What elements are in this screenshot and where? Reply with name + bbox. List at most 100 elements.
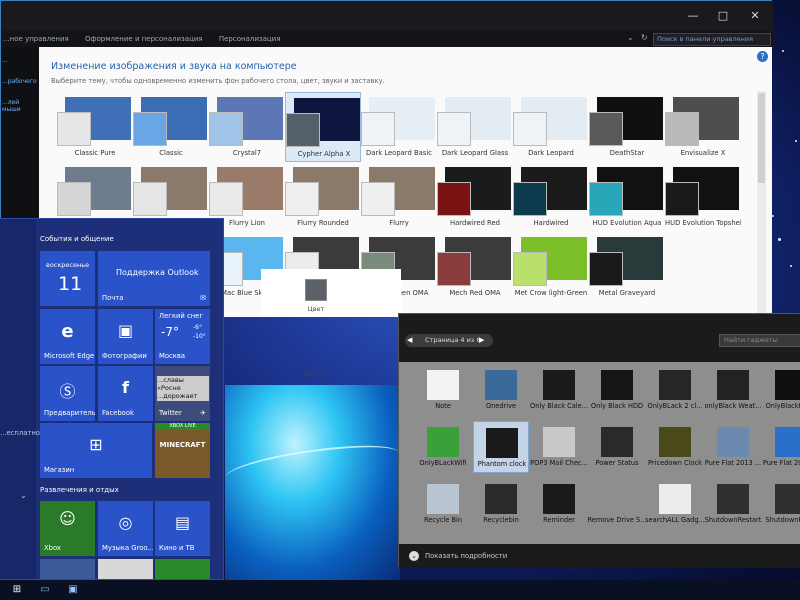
theme-item[interactable]: HUD Evolution Aqua: [589, 162, 665, 232]
gadget-item[interactable]: Power Status: [589, 421, 645, 473]
edge-tile[interactable]: e Microsoft Edge: [40, 309, 95, 364]
gadget-item[interactable]: Recycle Bin: [415, 478, 471, 530]
twitter-tile[interactable]: ...славы «Росне ...дорожает Twitter ✈: [155, 366, 210, 421]
photos-tile[interactable]: ▣ Фотографии: [98, 309, 153, 364]
theme-item[interactable]: Envisualize X: [665, 92, 741, 162]
gadget-item[interactable]: Pricedown Clock: [647, 421, 703, 473]
rail-text[interactable]: ...есплатно: [0, 429, 40, 437]
next-page-icon[interactable]: ▶: [479, 336, 484, 344]
theme-item[interactable]: Met Crow light-Green: [513, 232, 589, 302]
theme-label: Cypher Alpha X: [297, 150, 351, 158]
gadget-thumbnail: [485, 370, 517, 400]
theme-item[interactable]: Crystal7: [209, 92, 285, 162]
gadget-label: Only Black HDD: [590, 402, 644, 410]
app-tile[interactable]: [155, 559, 210, 579]
gadget-item[interactable]: Onedrive: [473, 364, 529, 416]
gadget-item[interactable]: ShutdownRes...: [763, 478, 800, 530]
chevron-down-icon[interactable]: ⌄: [409, 551, 419, 561]
theme-item[interactable]: Classic: [133, 92, 209, 162]
calendar-tile[interactable]: воскресенье 11: [40, 251, 95, 306]
gadget-item[interactable]: Phantom clock: [473, 421, 529, 473]
groove-tile[interactable]: ◎ Музыка Groo...: [98, 501, 153, 556]
maximize-button[interactable]: □: [714, 9, 732, 23]
xbox-label: Xbox: [44, 544, 61, 552]
app-tile[interactable]: [40, 559, 95, 579]
theme-item[interactable]: Dark Leopard: [513, 92, 589, 162]
gadget-label: OnlyBLackWifi: [419, 459, 467, 467]
start-button-icon[interactable]: ⊞: [6, 582, 28, 598]
calendar-number: 11: [58, 273, 83, 295]
chevron-down-icon[interactable]: ⌄: [20, 491, 27, 500]
gadget-thumbnail: [659, 427, 691, 457]
gadgets-window: Страница 4 из 6 ◀ ▶ Найти гаджеты Note On…: [398, 313, 800, 568]
theme-item[interactable]: Cypher Alpha X: [285, 92, 361, 162]
scrollbar-thumb[interactable]: [758, 93, 765, 183]
gadget-item[interactable]: ShutdownRestart: [705, 478, 761, 530]
prev-page-icon[interactable]: ◀: [407, 336, 412, 344]
gadget-label: Remove Drive S...: [587, 516, 647, 524]
gadget-item[interactable]: Only Black HDD: [589, 364, 645, 416]
gadget-item[interactable]: OnlyBLackWifi: [415, 421, 471, 473]
other-label: Другой: [303, 369, 329, 377]
gadget-item[interactable]: OnlyBlackFee...: [763, 364, 800, 416]
outlook-tile[interactable]: Поддержка Outlook Почта ✉: [98, 251, 210, 306]
star: [782, 50, 784, 52]
theme-swatch: [589, 252, 623, 286]
weather-tile[interactable]: Легкий снег -7° -6° -10° Москва: [155, 309, 210, 364]
calendar-day: воскресенье: [46, 261, 90, 269]
sidebar-link[interactable]: ...: [1, 57, 39, 64]
star: [778, 238, 781, 241]
gadget-item[interactable]: POP3 Mail Chec...: [530, 421, 588, 473]
breadcrumb-item[interactable]: ...ное управления: [3, 35, 69, 43]
theme-item[interactable]: Hardwired Red: [437, 162, 513, 232]
minimize-button[interactable]: —: [684, 9, 702, 23]
gadget-item[interactable]: Remove Drive S...: [587, 478, 647, 530]
gadget-item[interactable]: Recyclebin: [473, 478, 529, 530]
theme-item[interactable]: Mech Red OMA: [437, 232, 513, 302]
show-details-toggle[interactable]: Показать подробности: [399, 544, 800, 568]
gadget-search-input[interactable]: Найти гаджеты: [719, 334, 800, 347]
gadget-item[interactable]: onlyBlack Weat...: [705, 364, 762, 416]
gadget-item[interactable]: Pure Flat 2013 ...: [705, 421, 761, 473]
movies-tile[interactable]: ▤ Кино и ТВ: [155, 501, 210, 556]
theme-item[interactable]: Classic Pure: [57, 92, 133, 162]
taskbar-app-icon[interactable]: ▭: [34, 582, 56, 598]
skype-tile[interactable]: Ⓢ Предваритель...: [40, 366, 95, 421]
facebook-tile[interactable]: f Facebook: [98, 366, 153, 421]
gadget-thumbnail: [775, 427, 800, 457]
theme-item[interactable]: HUD Evolution Topshell: [665, 162, 741, 232]
gadget-item[interactable]: Reminder: [531, 478, 587, 530]
breadcrumb-item[interactable]: Персонализация: [219, 35, 281, 43]
minecraft-tile[interactable]: XBOX LIVE MINECRAFT: [155, 423, 210, 478]
theme-item[interactable]: DeathStar: [589, 92, 665, 162]
gadget-item[interactable]: searchALL Gadg...: [645, 478, 705, 530]
app-tile[interactable]: [98, 559, 153, 579]
gadget-item[interactable]: Only Black Cale...: [530, 364, 588, 416]
theme-swatch: [285, 182, 319, 216]
window-titlebar[interactable]: [1, 1, 773, 31]
theme-item[interactable]: Hardwired: [513, 162, 589, 232]
xbox-tile[interactable]: ☺ Xbox: [40, 501, 95, 556]
taskbar-app-icon[interactable]: ▣: [62, 582, 84, 598]
sidebar-link[interactable]: ...лей мыши: [1, 99, 39, 113]
breadcrumb-item[interactable]: Оформление и персонализация: [85, 35, 203, 43]
gadget-thumbnail: [717, 427, 749, 457]
sidebar-link[interactable]: ...рабочего: [1, 78, 39, 85]
gadget-item[interactable]: Pure Flat 2013 ...: [763, 421, 800, 473]
color-option[interactable]: Цвет: [261, 269, 401, 317]
store-tile[interactable]: ⊞ Магазин: [40, 423, 152, 478]
gadget-item[interactable]: OnlyBLack 2 cl...: [647, 364, 703, 416]
theme-item[interactable]: Flurry Rounded: [285, 162, 361, 232]
help-icon[interactable]: ?: [757, 51, 768, 62]
themes-scrollbar[interactable]: [757, 91, 766, 313]
theme-item[interactable]: Flurry: [361, 162, 437, 232]
close-button[interactable]: ✕: [746, 9, 764, 23]
theme-item[interactable]: Dark Leopard Glass: [437, 92, 513, 162]
gadget-item[interactable]: Note: [415, 364, 471, 416]
theme-item[interactable]: Dark Leopard Basic: [361, 92, 437, 162]
section-title: Развлечения и отдых: [40, 486, 119, 494]
refresh-icon[interactable]: ↻: [641, 33, 648, 42]
search-input[interactable]: Поиск в панели управления: [653, 33, 771, 46]
theme-item[interactable]: Metal Graveyard: [589, 232, 665, 302]
dropdown-icon[interactable]: ⌄: [627, 33, 634, 42]
